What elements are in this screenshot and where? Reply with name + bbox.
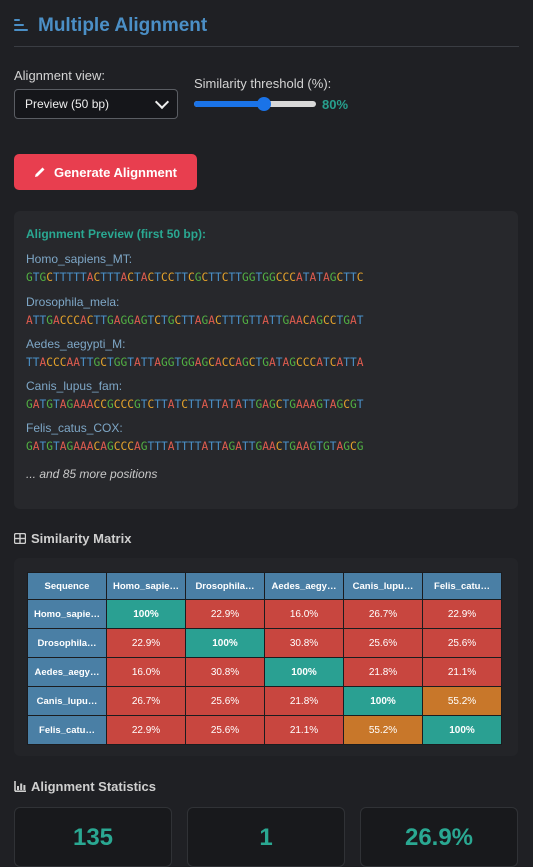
matrix-column-header: Drosophila…: [185, 572, 265, 600]
matrix-row: Aedes_aegy… 16.0% 30.8% 100% 21.8% 21.1%: [27, 657, 502, 687]
sequence-name: Aedes_aegypti_M:: [26, 337, 126, 351]
matrix-column-header: Aedes_aegy…: [264, 572, 344, 600]
slider-thumb[interactable]: [256, 97, 271, 111]
matrix-cell: 100%: [106, 599, 186, 629]
page-header: Multiple Alignment: [14, 14, 519, 47]
matrix-row-header: Homo_sapie…: [27, 599, 107, 629]
matrix-cell: 26.7%: [106, 686, 186, 716]
stat-card: 1: [187, 807, 345, 867]
matrix-cell: 26.7%: [343, 599, 423, 629]
generate-alignment-button[interactable]: Generate Alignment: [14, 154, 197, 190]
alignment-statistics-title: Alignment Statistics: [31, 779, 156, 794]
matrix-cell: 55.2%: [422, 686, 502, 716]
matrix-cell: 22.9%: [422, 599, 502, 629]
sequence-name: Felis_catus_COX:: [26, 421, 123, 435]
similarity-threshold-slider[interactable]: [194, 97, 316, 111]
sequence-name: Canis_lupus_fam:: [26, 379, 123, 393]
chevron-down-icon: [154, 94, 170, 110]
similarity-matrix-heading: Similarity Matrix: [14, 531, 131, 546]
matrix-row-header: Aedes_aegy…: [27, 657, 107, 687]
slider-fill: [194, 101, 264, 107]
alignment-view-label: Alignment view:: [14, 68, 106, 83]
matrix-column-header: Felis_catu…: [422, 572, 502, 600]
sequence-bases: GTGCTTTTTACTTTACTACTCCTTCGCTTCTTGGTGGCCC…: [26, 271, 364, 284]
stat-card: 26.9%: [360, 807, 518, 867]
stat-card: 135: [14, 807, 172, 867]
alignment-view-value: Preview (50 bp): [25, 97, 110, 111]
stat-value: 26.9%: [404, 824, 474, 851]
matrix-cell: 100%: [343, 686, 423, 716]
matrix-row-header: Canis_lupu…: [27, 686, 107, 716]
matrix-cell: 21.8%: [343, 657, 423, 687]
matrix-row: Drosophila… 22.9% 100% 30.8% 25.6% 25.6%: [27, 628, 502, 658]
sequence-name: Drosophila_mela:: [26, 295, 120, 309]
matrix-cell: 22.9%: [106, 715, 186, 745]
matrix-cell: 25.6%: [422, 628, 502, 658]
matrix-cell: 25.6%: [185, 715, 265, 745]
bar-chart-icon: [14, 781, 26, 792]
matrix-cell: 22.9%: [185, 599, 265, 629]
matrix-cell: 30.8%: [264, 628, 344, 658]
matrix-cell: 25.6%: [185, 686, 265, 716]
similarity-threshold-value: 80%: [322, 97, 349, 112]
matrix-corner-header: Sequence: [27, 572, 107, 600]
matrix-cell: 21.8%: [264, 686, 344, 716]
matrix-row-header: Felis_catu…: [27, 715, 107, 745]
similarity-matrix-panel: Sequence Homo_sapie… Drosophila… Aedes_a…: [14, 558, 518, 756]
table-icon: [14, 533, 26, 544]
sequence-bases: GATGTAGAAACCGCCCGTCTTATCTTATTATATTGAGCTG…: [26, 398, 364, 411]
stat-value: 1: [259, 824, 273, 851]
matrix-cell: 55.2%: [343, 715, 423, 745]
matrix-column-header: Canis_lupu…: [343, 572, 423, 600]
align-left-icon: [14, 19, 30, 33]
matrix-cell: 100%: [422, 715, 502, 745]
similarity-matrix-table: Sequence Homo_sapie… Drosophila… Aedes_a…: [27, 572, 502, 745]
similarity-threshold-label: Similarity threshold (%):: [194, 76, 332, 91]
similarity-matrix-title: Similarity Matrix: [31, 531, 132, 546]
matrix-row: Felis_catu… 22.9% 25.6% 21.1% 55.2% 100%: [27, 715, 502, 745]
alignment-view-select[interactable]: Preview (50 bp): [14, 89, 178, 119]
matrix-row: Canis_lupu… 26.7% 25.6% 21.8% 100% 55.2%: [27, 686, 502, 716]
sequence-bases: ATTGACCCACTTGAGGAGTCTGCTTAGACTTTGTTATTGA…: [26, 314, 364, 327]
matrix-header-row: Sequence Homo_sapie… Drosophila… Aedes_a…: [27, 572, 502, 600]
matrix-cell: 21.1%: [422, 657, 502, 687]
sequence-bases: TTACCCAATTGCTGGTATTAGGTGGAGCACCAGCTGATAG…: [26, 356, 364, 369]
stat-value: 135: [72, 824, 114, 851]
matrix-cell: 16.0%: [106, 657, 186, 687]
matrix-cell: 100%: [185, 628, 265, 658]
sequence-name: Homo_sapiens_MT:: [26, 252, 133, 266]
alignment-statistics-heading: Alignment Statistics: [14, 779, 156, 794]
alignment-preview-panel: Alignment Preview (first 50 bp): Homo_sa…: [14, 211, 518, 509]
matrix-cell: 21.1%: [264, 715, 344, 745]
page-title: Multiple Alignment: [38, 15, 208, 36]
matrix-cell: 25.6%: [343, 628, 423, 658]
pencil-icon: [34, 167, 45, 177]
more-positions-note: ... and 85 more positions: [26, 467, 158, 481]
sequence-bases: GATGTAGAAACAGCCCAGTTTATTTTATTAGATTGAACTG…: [26, 440, 364, 453]
matrix-cell: 30.8%: [185, 657, 265, 687]
alignment-preview-title: Alignment Preview (first 50 bp):: [26, 227, 207, 241]
matrix-cell: 22.9%: [106, 628, 186, 658]
matrix-column-header: Homo_sapie…: [106, 572, 186, 600]
generate-alignment-label: Generate Alignment: [53, 164, 178, 180]
matrix-row-header: Drosophila…: [27, 628, 107, 658]
matrix-cell: 16.0%: [264, 599, 344, 629]
matrix-cell: 100%: [264, 657, 344, 687]
matrix-row: Homo_sapie… 100% 22.9% 16.0% 26.7% 22.9%: [27, 599, 502, 629]
